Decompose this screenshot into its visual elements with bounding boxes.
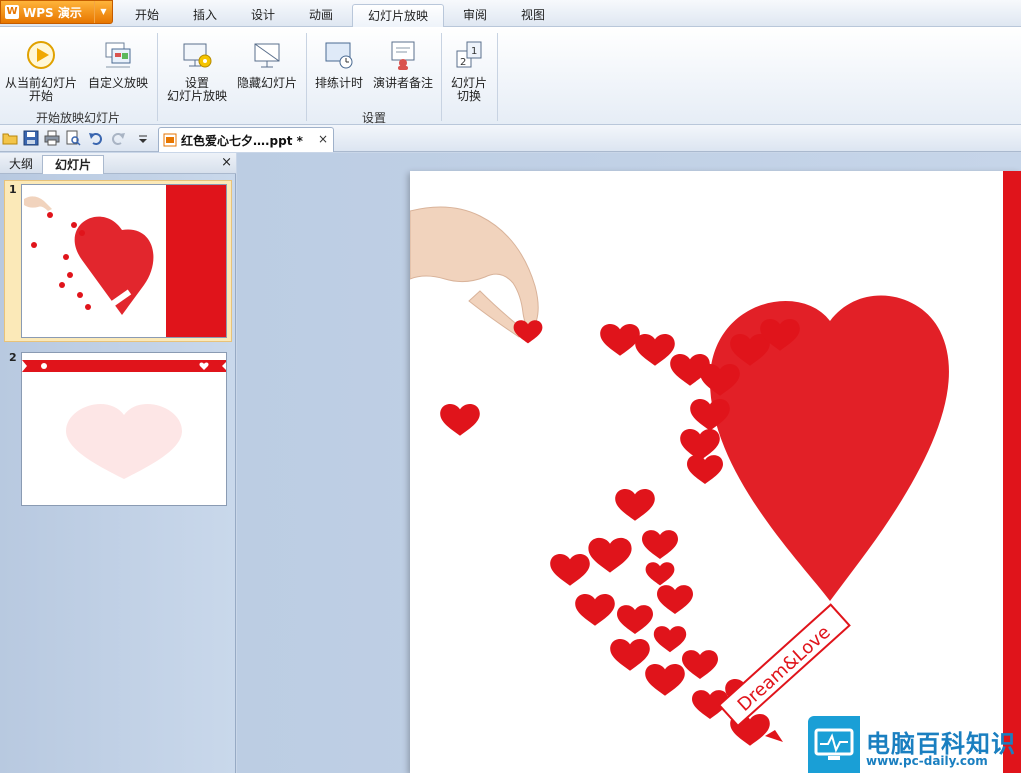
ribbon-separator [306,33,307,121]
menu-bar: W WPS 演示 ▼ 开始 插入 设计 动画 幻灯片放映 审阅 视图 [0,0,1021,27]
svg-text:2: 2 [460,57,466,68]
from-current-slide-button[interactable]: 从当前幻灯片 开始 [2,39,80,103]
tab-review[interactable]: 审阅 [450,4,500,27]
hide-slide-icon [254,43,280,68]
transition-label-2: 切换 [456,89,481,103]
heart-artwork: Dream&Love [410,206,949,746]
save-icon[interactable] [23,130,39,146]
rehearse-label: 排练计时 [314,76,363,90]
tab-home[interactable]: 开始 [122,4,172,27]
tab-slides[interactable]: 幻灯片 [42,155,104,174]
hide-slide-label: 隐藏幻灯片 [236,76,297,90]
svg-text:1: 1 [471,46,477,57]
watermark-url: www.pc-daily.com [866,754,988,768]
document-tab[interactable]: 红色爱心七夕….ppt * × [158,127,334,152]
current-slide[interactable]: Dream&Love [410,171,1021,773]
slide-number-1: 1 [9,183,17,196]
ribbon: 从当前幻灯片 开始 自定义放映 开始放映幻灯片 设置 幻灯片放映 隐藏幻灯片 排… [0,27,1021,125]
presenter-notes-label: 演讲者备注 [372,76,433,90]
rehearse-timer-icon [325,42,353,69]
ribbon-text: Dream&Love [734,622,835,716]
slide-thumbnail-2[interactable] [21,352,227,506]
slide-editor-canvas: Dream&Love [237,153,1021,773]
open-folder-icon[interactable] [2,130,18,146]
slide-red-bar [1003,171,1021,773]
presenter-notes-icon [391,41,415,70]
presenter-notes-button[interactable]: 演讲者备注 [370,39,436,90]
slide-number-2: 2 [9,351,17,364]
slide-1-preview [24,185,226,337]
print-icon[interactable] [44,130,60,146]
panel-tabs: 大纲 幻灯片 × [0,153,236,174]
customize-toolbar-icon[interactable] [138,130,148,146]
ribbon-separator [157,33,158,121]
transition-icon: 2 1 [456,41,482,68]
monitor-logo-icon [808,716,860,773]
undo-icon[interactable] [88,130,104,146]
play-icon [27,41,55,69]
ribbon-separator [497,33,498,121]
slide-2-preview [22,360,226,479]
app-menu-button[interactable]: W WPS 演示 ▼ [0,0,113,24]
tab-insert[interactable]: 插入 [180,4,230,27]
slides-panel: 大纲 幻灯片 × 1 2 [0,153,236,773]
close-document-icon[interactable]: × [318,132,328,146]
group-label-setup: 设置 [361,111,386,125]
from-current-label-2: 开始 [28,89,53,103]
chevron-down-icon[interactable]: ▼ [94,1,112,23]
slide-transition-button[interactable]: 2 1 幻灯片 切换 [444,39,494,103]
custom-show-icon [105,42,131,68]
tab-outline[interactable]: 大纲 [2,155,40,174]
setup-show-icon [183,43,212,68]
tab-slideshow[interactable]: 幻灯片放映 [352,4,444,27]
redo-icon[interactable] [110,130,126,146]
print-preview-icon[interactable] [65,130,81,146]
slide-thumbnail-1[interactable] [21,184,227,338]
custom-show-button[interactable]: 自定义放映 [86,39,150,90]
setup-show-label-2: 幻灯片放映 [166,89,227,103]
quick-access-toolbar: 红色爱心七夕….ppt * × [0,125,1021,152]
tab-view[interactable]: 视图 [508,4,558,27]
hide-slide-button[interactable]: 隐藏幻灯片 [234,39,300,90]
rehearse-timings-button[interactable]: 排练计时 [310,39,368,90]
wps-logo-icon: W [5,5,19,19]
app-name: WPS 演示 [23,5,82,20]
group-label-start-show: 开始放映幻灯片 [35,111,120,125]
tab-design[interactable]: 设计 [238,4,288,27]
site-watermark: 电脑百科知识 www.pc-daily.com [808,716,1021,773]
custom-show-label: 自定义放映 [87,76,148,90]
ppt-file-icon [163,133,177,147]
ribbon-separator [441,33,442,121]
close-panel-icon[interactable]: × [221,155,232,170]
setup-show-button[interactable]: 设置 幻灯片放映 [164,39,230,103]
tab-animation[interactable]: 动画 [296,4,346,27]
document-name: 红色爱心七夕….ppt * [181,133,303,148]
